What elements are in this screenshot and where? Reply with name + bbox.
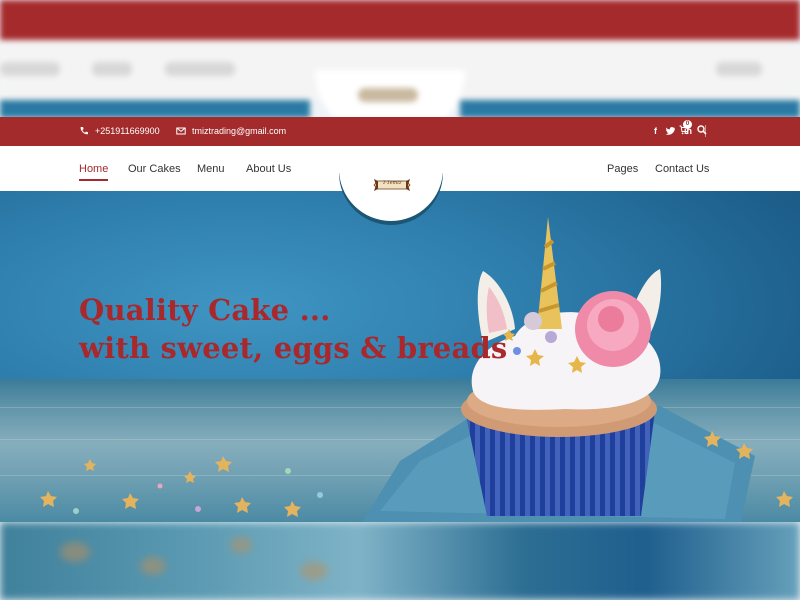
- nav-our-cakes[interactable]: Our Cakes: [128, 163, 181, 175]
- phone-icon: [80, 127, 88, 135]
- hero-headline: Quality Cake ... with sweet, eggs & brea…: [79, 291, 507, 367]
- logo-text: T-Temiz: [382, 180, 402, 186]
- phone-number: +251911669900: [95, 126, 160, 136]
- cart-count-badge: 0: [683, 120, 692, 129]
- nav-contact-us[interactable]: Contact Us: [655, 163, 709, 175]
- sprinkles-decoration-right: [704, 431, 793, 507]
- nav-about-us[interactable]: About Us: [246, 163, 291, 175]
- sprinkles-decoration: [40, 456, 323, 517]
- blurred-backdrop-top: [0, 0, 800, 118]
- nav-home[interactable]: Home: [79, 163, 109, 181]
- site-logo[interactable]: T-Temiz: [372, 177, 412, 193]
- twitter-icon[interactable]: [666, 127, 675, 135]
- top-contact-bar: +251911669900 tmiztrading@gmail.com f in…: [0, 117, 800, 146]
- nav-menu[interactable]: Menu: [197, 163, 225, 175]
- cart-button[interactable]: 0: [679, 120, 692, 137]
- envelope-icon: [176, 127, 186, 135]
- search-button[interactable]: [697, 125, 707, 137]
- hero-headline-line-1: Quality Cake ...: [79, 293, 331, 327]
- search-icon: [697, 125, 707, 135]
- nav-pages[interactable]: Pages: [607, 163, 638, 175]
- blurred-backdrop-bottom: [0, 522, 800, 600]
- phone-contact[interactable]: +251911669900: [79, 126, 160, 136]
- hero-banner: Quality Cake ... with sweet, eggs & brea…: [0, 191, 800, 522]
- email-address: tmiztrading@gmail.com: [192, 126, 287, 136]
- website-frame: +251911669900 tmiztrading@gmail.com f in…: [0, 117, 800, 522]
- hero-headline-line-2: with sweet, eggs & breads: [79, 331, 508, 365]
- email-contact[interactable]: tmiztrading@gmail.com: [176, 126, 286, 136]
- facebook-icon[interactable]: f: [654, 126, 657, 136]
